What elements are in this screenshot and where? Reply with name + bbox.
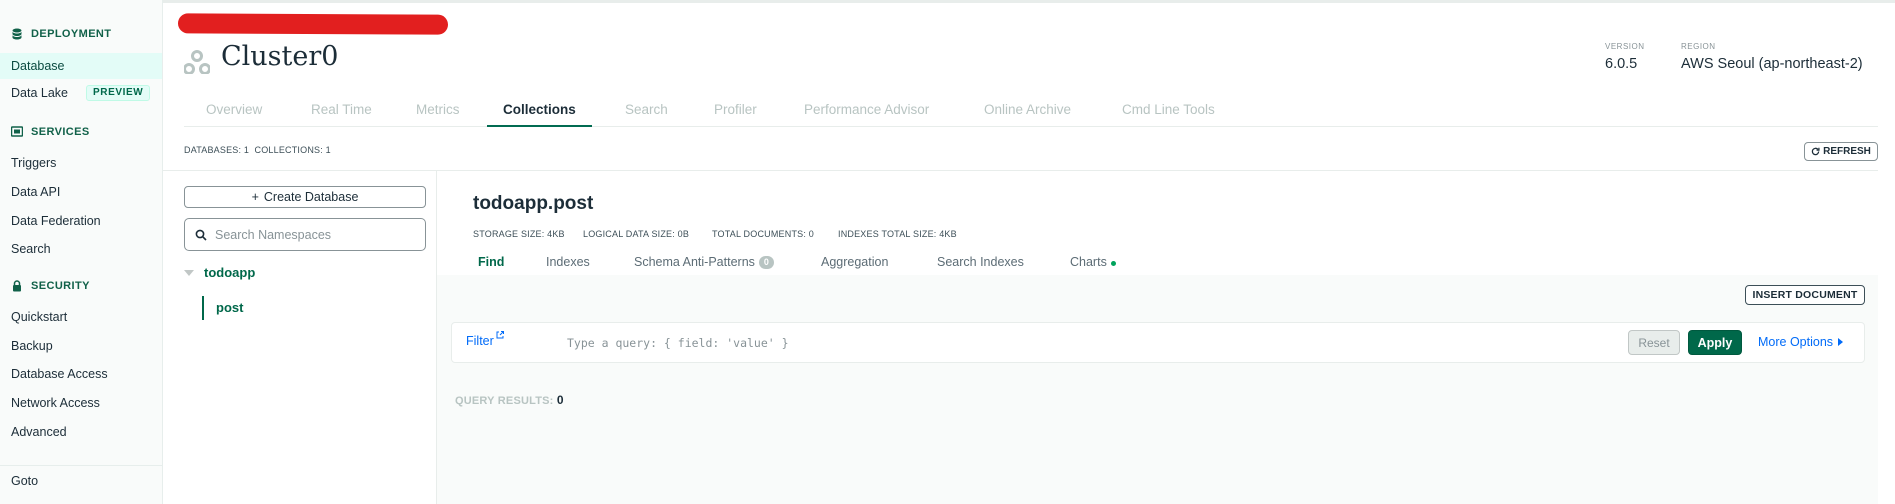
indexes-total-size: INDEXES TOTAL SIZE: 4KB xyxy=(838,229,957,239)
sidebar-item-advanced[interactable]: Advanced xyxy=(0,419,162,445)
subtab-schema-label: Schema Anti-Patterns xyxy=(634,255,755,269)
lock-icon xyxy=(13,280,21,292)
sidebar-item-triggers[interactable]: Triggers xyxy=(0,150,162,176)
apply-button[interactable]: Apply xyxy=(1688,330,1742,355)
subtab-schema-anti-patterns[interactable]: Schema Anti-Patterns 0 xyxy=(634,255,774,269)
refresh-icon xyxy=(1811,147,1820,156)
more-options-label: More Options xyxy=(1758,335,1834,349)
namespace-collection-item[interactable]: post xyxy=(202,296,243,320)
sidebar-item-backup[interactable]: Backup xyxy=(0,333,162,359)
query-area xyxy=(437,275,1878,504)
collection-title: todoapp.post xyxy=(473,193,594,214)
sidebar-item-search[interactable]: Search xyxy=(0,236,162,262)
section-security-label: SECURITY xyxy=(31,280,90,292)
redaction-mark xyxy=(177,13,449,35)
region-value: AWS Seoul (ap-northeast-2) xyxy=(1681,56,1863,72)
query-input[interactable] xyxy=(567,333,1327,353)
search-icon xyxy=(195,229,207,241)
query-results-label: QUERY RESULTS: xyxy=(455,395,554,407)
subtab-find[interactable]: Find xyxy=(478,255,504,269)
insert-document-button[interactable]: INSERT DOCUMENT xyxy=(1745,285,1865,305)
version-value: 6.0.5 xyxy=(1605,56,1638,72)
filter-link[interactable]: Filter xyxy=(466,334,494,348)
sidebar-divider xyxy=(0,465,162,466)
namespace-database-item[interactable]: todoapp xyxy=(184,265,255,280)
section-deployment: DEPLOYMENT xyxy=(11,28,111,40)
section-security: SECURITY xyxy=(11,280,90,292)
databases-count-label: DATABASES: xyxy=(184,145,242,155)
subtab-search-indexes[interactable]: Search Indexes xyxy=(937,255,1024,269)
subtab-charts[interactable]: Charts xyxy=(1070,255,1116,269)
create-database-button[interactable]: + Create Database xyxy=(184,186,426,208)
section-deployment-label: DEPLOYMENT xyxy=(31,28,112,40)
refresh-button[interactable]: REFRESH xyxy=(1804,142,1878,161)
caret-down-icon xyxy=(184,269,194,276)
preview-badge: PREVIEW xyxy=(86,85,151,101)
tab-overview[interactable]: Overview xyxy=(206,98,262,127)
query-results-count: 0 xyxy=(556,393,564,407)
cluster-name: Cluster0 xyxy=(221,41,339,72)
section-services: SERVICES xyxy=(11,126,90,138)
sidebar-item-data-lake[interactable]: Data Lake PREVIEW xyxy=(0,80,162,106)
sidebar-item-data-lake-label: Data Lake xyxy=(11,86,68,100)
total-documents: TOTAL DOCUMENTS: 0 xyxy=(712,229,814,239)
cluster-icon xyxy=(184,50,210,74)
caret-right-icon xyxy=(1838,338,1844,346)
subtab-indexes[interactable]: Indexes xyxy=(546,255,590,269)
subtab-charts-label: Charts xyxy=(1070,255,1107,269)
tab-performance-advisor[interactable]: Performance Advisor xyxy=(804,98,929,127)
plus-icon: + xyxy=(251,190,259,204)
tab-cmd-line-tools[interactable]: Cmd Line Tools xyxy=(1122,98,1215,127)
tab-collections[interactable]: Collections xyxy=(487,98,592,127)
tab-real-time[interactable]: Real Time xyxy=(311,98,372,127)
sidebar: DEPLOYMENT Database Data Lake PREVIEW SE… xyxy=(0,0,163,504)
reset-button[interactable]: Reset xyxy=(1628,330,1680,355)
sidebar-item-database[interactable]: Database xyxy=(0,53,162,79)
sidebar-item-database-access[interactable]: Database Access xyxy=(0,361,162,387)
create-database-label: Create Database xyxy=(263,190,359,204)
collections-count-label: COLLECTIONS: xyxy=(254,145,323,155)
search-namespaces-placeholder: Search Namespaces xyxy=(215,227,332,242)
sidebar-item-network-access[interactable]: Network Access xyxy=(0,390,162,416)
subtab-aggregation[interactable]: Aggregation xyxy=(821,255,888,269)
sidebar-item-quickstart[interactable]: Quickstart xyxy=(0,304,162,330)
section-services-label: SERVICES xyxy=(31,126,90,138)
tab-search[interactable]: Search xyxy=(625,98,668,127)
tab-online-archive[interactable]: Online Archive xyxy=(984,98,1071,127)
region-label: REGION xyxy=(1681,42,1716,51)
version-label: VERSION xyxy=(1605,42,1645,51)
tab-profiler[interactable]: Profiler xyxy=(714,98,757,127)
cluster-counts: DATABASES: 1 COLLECTIONS: 1 xyxy=(184,145,331,155)
collections-count-value: 1 xyxy=(325,145,331,155)
schema-count-badge: 0 xyxy=(758,255,774,269)
cluster-tabs: Overview Real Time Metrics Collections S… xyxy=(184,98,1878,127)
top-strip xyxy=(0,0,1895,3)
databases-count-value: 1 xyxy=(243,145,250,155)
refresh-label: REFRESH xyxy=(1823,146,1871,157)
query-results: QUERY RESULTS: 0 xyxy=(455,393,564,407)
content-divider xyxy=(163,170,1878,171)
services-icon xyxy=(11,126,23,137)
search-namespaces-field[interactable]: Search Namespaces xyxy=(184,218,426,251)
more-options-link[interactable]: More Options xyxy=(1758,335,1844,349)
tab-metrics[interactable]: Metrics xyxy=(416,98,460,127)
external-link-icon xyxy=(496,331,504,339)
sidebar-item-goto[interactable]: Goto xyxy=(0,468,162,494)
sidebar-item-data-api[interactable]: Data API xyxy=(0,179,162,205)
logical-data-size: LOGICAL DATA SIZE: 0B xyxy=(583,229,690,239)
database-icon xyxy=(12,28,22,40)
new-dot-icon xyxy=(1110,261,1116,266)
namespace-database-label: todoapp xyxy=(204,265,256,280)
storage-size: STORAGE SIZE: 4KB xyxy=(473,229,565,239)
sidebar-item-data-federation[interactable]: Data Federation xyxy=(0,208,162,234)
